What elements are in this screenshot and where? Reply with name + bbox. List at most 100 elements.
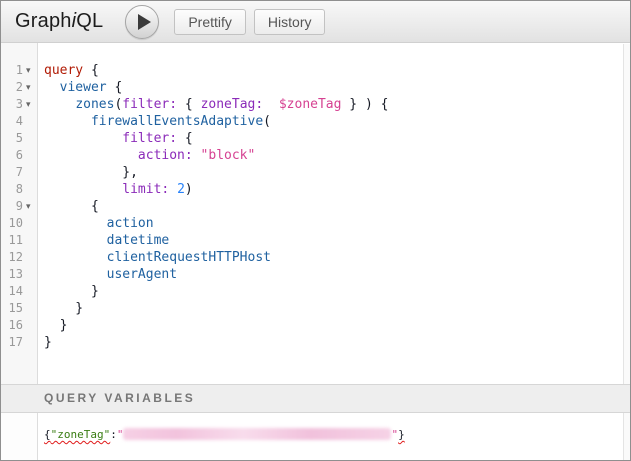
graphiql-window: GraphiQL Prettify History 1▾query {2▾ vi… [0, 0, 631, 461]
code-token-property: action [107, 216, 154, 231]
code-line[interactable]: 5 filter: { [1, 130, 630, 147]
code-token-punct: } ) { [341, 97, 388, 112]
line-number: 1 [1, 62, 23, 79]
code-line[interactable]: 1▾ query { [1, 62, 630, 79]
line-number: 15 [1, 300, 23, 317]
line-number: 4 [1, 113, 23, 130]
code-line[interactable]: 4 firewallEventsAdaptive( [1, 113, 630, 130]
play-icon [138, 14, 151, 30]
code-line[interactable]: 6 action: "block" [1, 147, 630, 164]
graphiql-logo: GraphiQL [15, 10, 103, 33]
code-token-attribute: filter: [122, 131, 177, 146]
variables-editor[interactable]: 1 {"zoneTag":""} [1, 413, 630, 460]
code-token-punct [44, 233, 107, 248]
execute-query-button[interactable] [125, 5, 159, 39]
code-token-attribute: limit: [122, 182, 169, 197]
code-token-punct [44, 182, 122, 197]
code-line-text[interactable]: filter: { [44, 130, 193, 147]
code-token-string: " [117, 428, 124, 441]
fold-arrow-icon[interactable]: ▾ [23, 198, 38, 215]
code-token-punct [44, 131, 122, 146]
line-number: 5 [1, 130, 23, 147]
variables-line-text[interactable]: {"zoneTag":""} [44, 427, 405, 430]
history-button[interactable]: History [254, 9, 326, 35]
code-line-text[interactable]: action: "block" [44, 147, 255, 164]
code-line[interactable]: 16 } [1, 317, 630, 334]
code-token-punct: { [83, 63, 99, 78]
code-line-text[interactable]: datetime [44, 232, 169, 249]
code-line-text[interactable]: zones(filter: { zoneTag: $zoneTag } ) { [44, 96, 388, 113]
line-number: 13 [1, 266, 23, 283]
code-token-punct: { [107, 80, 123, 95]
code-line-text[interactable]: limit: 2) [44, 181, 193, 198]
line-number: 3 [1, 96, 23, 113]
code-token-punct: }, [44, 165, 138, 180]
code-token-property: datetime [107, 233, 170, 248]
code-line-text[interactable]: clientRequestHTTPHost [44, 249, 271, 266]
code-token-attribute: action: [138, 148, 193, 163]
code-line-text[interactable]: viewer { [44, 79, 122, 96]
code-token-punct: } [398, 428, 405, 441]
code-line-text[interactable]: }, [44, 164, 138, 181]
fold-arrow-icon[interactable]: ▾ [23, 96, 38, 113]
line-number: 6 [1, 147, 23, 164]
code-line[interactable]: 7 }, [1, 164, 630, 181]
code-token-punct [44, 216, 107, 231]
code-token-punct [44, 97, 75, 112]
query-variables-header[interactable]: QUERY VARIABLES [1, 384, 630, 413]
line-number: 2 [1, 79, 23, 96]
code-token-punct: { [44, 199, 99, 214]
code-token-punct: : [110, 428, 117, 441]
code-token-punct [193, 148, 201, 163]
code-line-text[interactable]: } [44, 317, 67, 334]
code-token-punct: ) [185, 182, 193, 197]
code-line[interactable]: 9▾ { [1, 198, 630, 215]
code-token-punct: } [44, 284, 99, 299]
code-line-text[interactable]: } [44, 334, 52, 351]
fold-gutter-spacer [23, 249, 38, 266]
code-line-text[interactable]: query { [44, 62, 99, 79]
code-token-punct: } [44, 318, 67, 333]
code-line[interactable]: 11 datetime [1, 232, 630, 249]
code-token-punct [263, 97, 279, 112]
code-line-text[interactable]: } [44, 283, 99, 300]
code-token-attribute: filter: [122, 97, 177, 112]
code-line[interactable]: 2▾ viewer { [1, 79, 630, 96]
code-token-punct: { [177, 97, 200, 112]
code-line[interactable]: 17} [1, 334, 630, 351]
line-number: 16 [1, 317, 23, 334]
prettify-button[interactable]: Prettify [174, 9, 246, 35]
code-line-text[interactable]: firewallEventsAdaptive( [44, 113, 271, 130]
code-line[interactable]: 15 } [1, 300, 630, 317]
code-line[interactable]: 14 } [1, 283, 630, 300]
code-line[interactable]: 8 limit: 2) [1, 181, 630, 198]
fold-gutter-spacer [23, 266, 38, 283]
fold-gutter-spacer [23, 283, 38, 300]
top-bar: GraphiQL Prettify History [1, 1, 630, 43]
code-line[interactable]: 12 clientRequestHTTPHost [1, 249, 630, 266]
variables-line[interactable]: 1 {"zoneTag":""} [1, 413, 630, 430]
code-token-number: 2 [177, 182, 185, 197]
code-token-variable: $zoneTag [279, 97, 342, 112]
fold-gutter-spacer [23, 181, 38, 198]
line-number: 17 [1, 334, 23, 351]
code-line-text[interactable]: userAgent [44, 266, 177, 283]
code-token-punct: { [44, 428, 51, 441]
fold-gutter-spacer [23, 130, 38, 147]
code-token-keyword: query [44, 63, 83, 78]
line-number: 7 [1, 164, 23, 181]
query-editor[interactable]: 1▾query {2▾ viewer {3▾ zones(filter: { z… [1, 43, 630, 384]
code-line[interactable]: 10 action [1, 215, 630, 232]
fold-gutter-spacer [23, 215, 38, 232]
code-line-text[interactable]: { [44, 198, 99, 215]
code-line-text[interactable]: } [44, 300, 83, 317]
fold-arrow-icon[interactable]: ▾ [23, 62, 38, 79]
code-token-property: firewallEventsAdaptive [91, 114, 263, 129]
code-line-text[interactable]: action [44, 215, 154, 232]
code-token-property: userAgent [107, 267, 177, 282]
code-token-punct [44, 250, 107, 265]
fold-arrow-icon[interactable]: ▾ [23, 79, 38, 96]
code-token-string: "block" [201, 148, 256, 163]
code-line[interactable]: 3▾ zones(filter: { zoneTag: $zoneTag } )… [1, 96, 630, 113]
code-line[interactable]: 13 userAgent [1, 266, 630, 283]
